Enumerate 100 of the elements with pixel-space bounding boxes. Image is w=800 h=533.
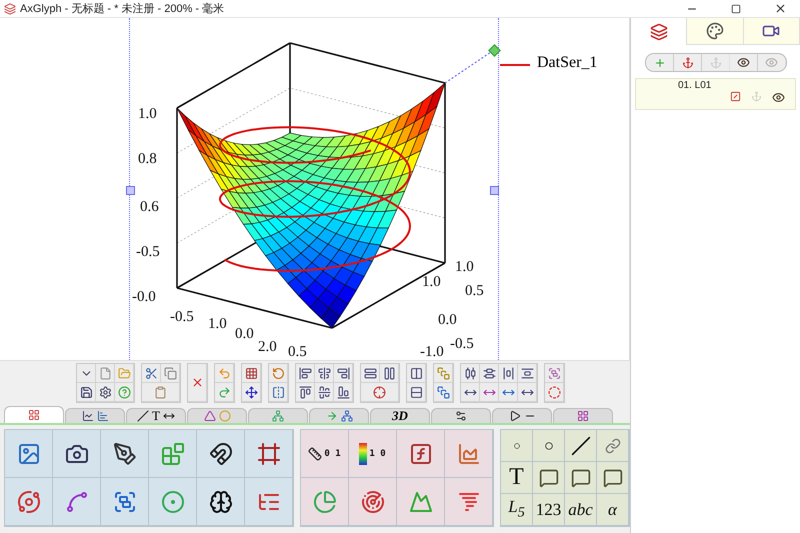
image-icon xyxy=(16,442,40,466)
palette-tab[interactable]: 3D xyxy=(370,408,430,423)
axis-tick-label: 0.0 xyxy=(438,312,457,328)
group-button[interactable] xyxy=(545,364,564,383)
palette-tab[interactable] xyxy=(65,408,125,423)
align-middle-button[interactable] xyxy=(315,383,334,402)
align-left-button[interactable] xyxy=(296,364,315,383)
resize-handle[interactable] xyxy=(126,186,135,195)
eye-icon xyxy=(737,56,750,69)
layer-item[interactable]: 01. L01 xyxy=(635,78,796,110)
stretch-height-button[interactable] xyxy=(380,364,399,383)
chart-tool-button[interactable] xyxy=(397,430,445,478)
align-right-button[interactable] xyxy=(334,364,353,383)
redo-button[interactable] xyxy=(215,383,234,402)
tree-icon xyxy=(340,410,352,422)
flowchart-icon xyxy=(272,410,284,422)
colorbar-tool-button[interactable]: 1 0 xyxy=(349,430,397,478)
align-middle-icon xyxy=(318,386,330,398)
tool-button[interactable] xyxy=(197,478,245,526)
callout-icon xyxy=(602,468,622,488)
align-top-icon xyxy=(298,386,312,398)
palette-icon xyxy=(706,22,724,40)
distribute-button[interactable] xyxy=(461,364,480,383)
align-center-button[interactable] xyxy=(315,364,334,383)
rotate-button[interactable] xyxy=(269,364,288,383)
align-center-icon xyxy=(318,366,330,380)
center-icon xyxy=(373,386,386,398)
node-button[interactable] xyxy=(242,383,261,402)
panel-tab[interactable] xyxy=(744,18,800,45)
line-tool-button[interactable] xyxy=(565,430,597,462)
tool-button[interactable] xyxy=(53,430,101,478)
window-title: AxGlyph - 无标题 - * 未注册 - 200% - 毫米 xyxy=(20,2,226,16)
spacing-button[interactable] xyxy=(461,383,480,402)
resize-handle[interactable] xyxy=(490,186,499,195)
panel-tab[interactable] xyxy=(687,18,744,45)
flip-button[interactable] xyxy=(269,383,288,402)
surface-icon xyxy=(408,490,432,514)
copy-button[interactable] xyxy=(161,364,180,383)
dropdown-button[interactable] xyxy=(77,364,96,383)
grid-button[interactable] xyxy=(242,364,261,383)
distribute-icon xyxy=(502,366,514,380)
paste-button[interactable] xyxy=(142,383,180,402)
axis-tick-label: 1.0 xyxy=(138,106,157,122)
dot-tool-button[interactable] xyxy=(501,430,533,462)
slash-square-icon xyxy=(730,91,741,102)
settings-button[interactable] xyxy=(96,383,115,402)
chart-tool-button[interactable] xyxy=(445,430,493,478)
spacing-button[interactable] xyxy=(518,383,537,402)
callout-tool-button[interactable] xyxy=(565,462,597,494)
bring-front-button[interactable] xyxy=(434,364,453,383)
callout-icon xyxy=(570,468,590,488)
layer-name: 01. L01 xyxy=(677,79,712,91)
distribute-button[interactable] xyxy=(480,364,499,383)
ungroup-icon xyxy=(548,386,560,398)
axis-tick-label: -0.5 xyxy=(450,336,474,352)
cut-button[interactable] xyxy=(142,364,161,383)
ungroup-button[interactable] xyxy=(545,383,564,402)
axis-tick-label: -0.5 xyxy=(170,309,194,325)
triangle-icon xyxy=(204,410,216,422)
frame-icon xyxy=(256,442,280,466)
delete-button[interactable] xyxy=(188,364,207,402)
palette-tab[interactable] xyxy=(492,408,552,423)
new-file-icon xyxy=(98,366,112,380)
text-style-button[interactable]: L$_{5}$ xyxy=(501,494,533,526)
align-top-button[interactable] xyxy=(296,383,315,402)
spacing-button[interactable] xyxy=(480,383,499,402)
distribute-button[interactable] xyxy=(499,364,518,383)
rotate-handle[interactable] xyxy=(488,44,501,57)
node-icon xyxy=(244,386,258,398)
stretch-width-button[interactable] xyxy=(361,364,380,383)
orbit-icon xyxy=(16,490,40,514)
ruler-tool-button[interactable]: 0 1 xyxy=(301,430,349,478)
text-tool-button[interactable]: T xyxy=(501,462,533,494)
center-button[interactable] xyxy=(361,383,399,402)
palette-tab[interactable]: T xyxy=(126,408,186,423)
flip-horizontal-button[interactable] xyxy=(407,364,426,383)
spacing-button[interactable] xyxy=(499,383,518,402)
distribute-icon xyxy=(482,366,496,380)
align-bottom-button[interactable] xyxy=(334,383,353,402)
callout-tool-button[interactable] xyxy=(533,462,565,494)
save-button[interactable] xyxy=(77,383,96,402)
line-chart-icon xyxy=(82,410,94,422)
chart-tool-button[interactable] xyxy=(349,478,397,526)
text-style-button[interactable]: abc xyxy=(565,494,597,526)
tool-button[interactable] xyxy=(101,430,149,478)
callout-tool-button[interactable] xyxy=(597,462,629,494)
group-icon xyxy=(548,366,560,380)
copy-icon xyxy=(164,366,176,380)
distribute-icon xyxy=(464,366,476,380)
layers-icon xyxy=(650,22,668,40)
tool-button[interactable] xyxy=(197,430,245,478)
folder-icon xyxy=(118,366,130,380)
flip-vertical-button[interactable] xyxy=(407,383,426,402)
chart-tool-button[interactable] xyxy=(445,478,493,526)
distribute-button[interactable] xyxy=(518,364,537,383)
text-style-button[interactable]: 123 xyxy=(533,494,565,526)
send-back-button[interactable] xyxy=(434,383,453,402)
text-style-button[interactable]: α xyxy=(597,494,629,526)
palette-tab[interactable] xyxy=(431,408,491,423)
dashed-line-tool-button[interactable] xyxy=(597,430,629,462)
